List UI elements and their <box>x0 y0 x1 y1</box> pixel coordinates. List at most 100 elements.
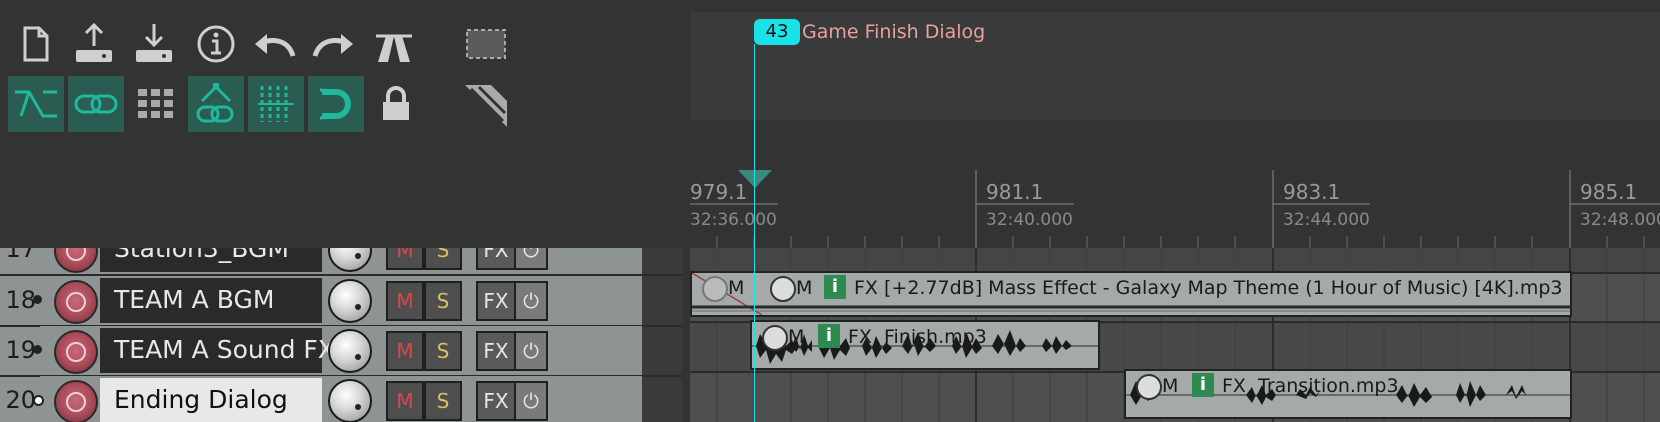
group-link-toggle[interactable] <box>188 76 244 132</box>
save-project-icon <box>76 22 112 62</box>
mute-button[interactable]: M <box>386 381 424 421</box>
record-arm-button[interactable] <box>54 280 98 324</box>
record-arm-button[interactable] <box>54 380 98 422</box>
item-name: [+2.77dB] Mass Effect - Galaxy Map Theme… <box>884 277 1563 299</box>
group-link-icon <box>196 83 234 123</box>
fx-bypass-button[interactable]: ⏻ <box>514 331 548 371</box>
track-name[interactable]: Station3_BGM <box>114 248 289 263</box>
item-info-button[interactable]: i <box>1192 373 1214 397</box>
marquee-select-button[interactable] <box>458 16 514 72</box>
media-item-bgm[interactable]: M M i FX [+2.77dB] Mass Effect - Galaxy … <box>690 271 1572 317</box>
track-row[interactable]: 19 TEAM A Sound FX M S FX ⏻ <box>0 326 682 377</box>
item-name: Finish.mp3 <box>884 326 987 348</box>
item-info-button[interactable]: i <box>818 324 840 348</box>
undo-icon <box>255 34 296 57</box>
track-select-dot[interactable] <box>33 345 42 354</box>
fx-button[interactable]: FX <box>476 381 516 421</box>
auto-scroll-button[interactable] <box>366 16 422 72</box>
save-project-button[interactable] <box>66 16 122 72</box>
marker-label[interactable]: Game Finish Dialog <box>802 19 985 45</box>
ripple-edit-toggle[interactable] <box>8 76 64 132</box>
snap-grid-icon <box>258 86 294 122</box>
solo-button[interactable]: S <box>424 248 462 270</box>
arrange-view[interactable]: M M i FX [+2.77dB] Mass Effect - Galaxy … <box>690 248 1660 422</box>
fx-bypass-button[interactable]: ⏻ <box>514 281 548 321</box>
item-info-button[interactable]: i <box>824 275 846 299</box>
ruler-time: 32:36.000 <box>690 210 777 230</box>
item-volume-knob[interactable] <box>762 325 788 351</box>
ruler-ticks <box>690 170 1660 248</box>
item-volume-knob[interactable] <box>770 276 796 302</box>
new-project-icon <box>23 26 49 62</box>
item-fx-button[interactable]: FX <box>854 277 878 299</box>
fx-bypass-button[interactable]: ⏻ <box>514 248 548 270</box>
timeline-ruler[interactable]: 979.1 32:36.000 981.1 32:40.000 983.1 32… <box>690 170 1660 248</box>
marker-number[interactable]: 43 <box>754 19 800 45</box>
item-fade-marker[interactable]: M <box>728 277 744 299</box>
volume-knob[interactable] <box>328 279 372 323</box>
solo-button[interactable]: S <box>424 381 462 421</box>
media-item-finish[interactable]: M i FX Finish.mp3 <box>750 320 1100 370</box>
mute-button[interactable]: M <box>386 281 424 321</box>
track-number: 17 <box>5 248 36 263</box>
solo-button[interactable]: S <box>424 281 462 321</box>
ruler-measure: 979.1 <box>690 180 748 204</box>
item-name: Transition.mp3 <box>1258 375 1399 397</box>
redo-button[interactable] <box>306 16 362 72</box>
item-volume-knob[interactable] <box>702 276 728 302</box>
track-row[interactable]: 17 Station3_BGM M S FX ⏻ <box>0 248 682 276</box>
new-project-button[interactable] <box>8 16 64 72</box>
item-mute-button[interactable]: M <box>1162 375 1178 397</box>
ruler-measure: 981.1 <box>986 180 1044 204</box>
item-mute-button[interactable]: M <box>788 326 804 348</box>
redo-icon <box>312 34 353 57</box>
lock-icon <box>383 86 409 120</box>
ruler-time: 32:40.000 <box>986 210 1073 230</box>
fx-button[interactable]: FX <box>476 331 516 371</box>
ruler-time: 32:48.000 <box>1580 210 1660 230</box>
snap-magnet-icon <box>320 88 351 120</box>
track-name[interactable]: TEAM A Sound FX <box>114 335 335 364</box>
project-info-button[interactable] <box>188 16 244 72</box>
play-cursor[interactable] <box>754 44 755 422</box>
lock-button[interactable] <box>368 76 424 132</box>
snap-toggle[interactable] <box>308 76 364 132</box>
mute-button[interactable]: M <box>386 248 424 270</box>
solo-button[interactable]: S <box>424 331 462 371</box>
trim-behind-icon <box>465 85 507 127</box>
item-fx-button[interactable]: FX <box>848 326 872 348</box>
volume-knob[interactable] <box>328 329 372 373</box>
track-number: 19 <box>5 336 36 364</box>
marquee-select-icon <box>466 29 506 59</box>
grid-button[interactable] <box>128 76 184 132</box>
media-item-transition[interactable]: M i FX Transition.mp3 <box>1124 369 1572 419</box>
link-items-toggle[interactable] <box>68 76 124 132</box>
fx-button[interactable]: FX <box>476 248 516 270</box>
fx-button[interactable]: FX <box>476 281 516 321</box>
trim-behind-button[interactable] <box>458 76 514 132</box>
track-select-dot[interactable] <box>33 395 44 406</box>
track-row[interactable]: 18 TEAM A BGM M S FX ⏻ <box>0 276 682 327</box>
track-name[interactable]: Ending Dialog <box>114 385 288 414</box>
ruler-measure: 983.1 <box>1283 180 1341 204</box>
track-row-selected[interactable]: 20 Ending Dialog M S FX ⏻ <box>0 376 682 422</box>
fx-bypass-button[interactable]: ⏻ <box>514 381 548 421</box>
ripple-edit-icon <box>15 90 57 118</box>
ruler-time: 32:44.000 <box>1283 210 1370 230</box>
info-icon <box>197 25 235 63</box>
track-panel: 17 Station3_BGM M S FX ⏻ 18 TEAM A BGM M… <box>0 248 682 422</box>
open-project-button[interactable] <box>126 16 182 72</box>
record-arm-button[interactable] <box>54 330 98 374</box>
item-mute-button[interactable]: M <box>796 277 812 299</box>
undo-button[interactable] <box>246 16 302 72</box>
mute-button[interactable]: M <box>386 331 424 371</box>
open-project-icon <box>136 24 172 62</box>
item-fx-button[interactable]: FX <box>1222 375 1246 397</box>
track-name[interactable]: TEAM A BGM <box>114 285 274 314</box>
snap-grid-toggle[interactable] <box>248 76 304 132</box>
volume-knob[interactable] <box>328 379 372 422</box>
track-select-dot[interactable] <box>33 295 42 304</box>
item-volume-knob[interactable] <box>1136 374 1162 400</box>
ruler-measure: 985.1 <box>1580 180 1638 204</box>
link-items-icon <box>74 94 118 114</box>
